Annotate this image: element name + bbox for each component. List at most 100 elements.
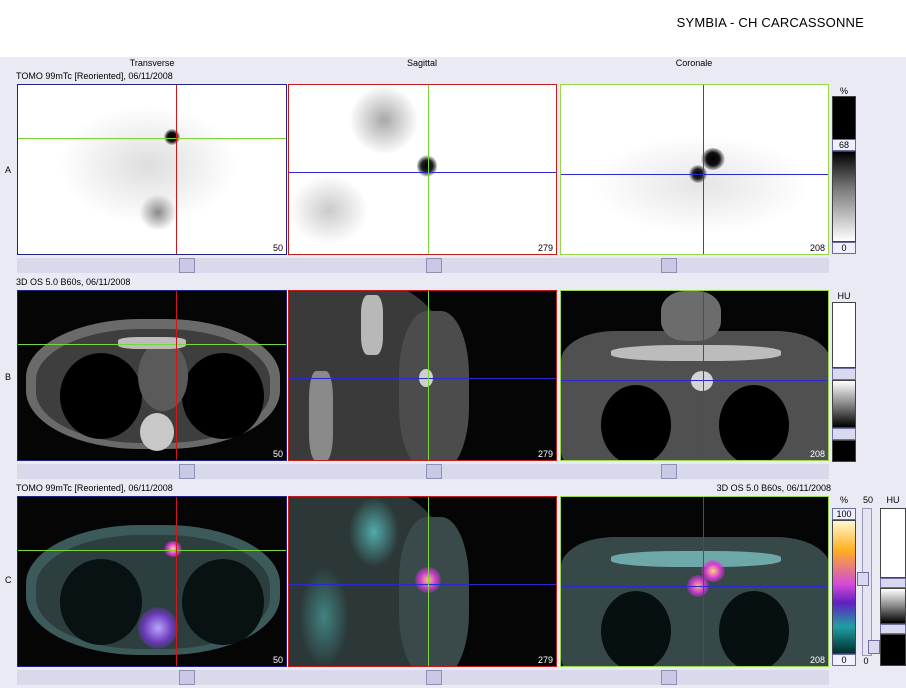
crosshair-horizontal[interactable] [561, 586, 828, 587]
colorbar-a-min[interactable]: 0 [832, 242, 856, 254]
slice-number: 279 [537, 655, 553, 665]
slice-slider-transverse[interactable] [179, 670, 195, 685]
viewport-a-coronal[interactable]: 208 [560, 84, 829, 255]
colorbar-c-hu-top [880, 508, 906, 578]
uptake-haze [591, 135, 811, 235]
crosshair-vertical[interactable] [428, 85, 429, 254]
colorbar-b-bottom [832, 440, 856, 462]
uptake-haze [289, 175, 369, 245]
blend-slider-lower-handle[interactable] [868, 640, 880, 654]
colorbar-c-fusion-gradient[interactable] [832, 520, 856, 654]
colorbar-b-unit: HU [837, 291, 851, 301]
colorbar-c-min[interactable]: 0 [832, 654, 856, 666]
row-a-caption: TOMO 99mTc [Reoriented], 06/11/2008 [16, 71, 173, 81]
hot-spot [164, 541, 182, 557]
viewport-a-transverse[interactable]: 50 [17, 84, 287, 255]
uptake-haze [349, 85, 419, 155]
crosshair-vertical[interactable] [428, 291, 429, 460]
crosshair-horizontal[interactable] [289, 172, 556, 173]
colorbar-c-hu-bottom [880, 634, 906, 666]
column-label-sagittal: Sagittal [406, 58, 438, 68]
colorbar-c-hu-upper-handle[interactable] [880, 578, 906, 588]
uptake-spot [138, 195, 178, 230]
slice-slider-transverse[interactable] [179, 258, 195, 273]
slice-number: 279 [537, 449, 553, 459]
slice-slider-sagittal[interactable] [426, 258, 442, 273]
slice-slider-transverse[interactable] [179, 464, 195, 479]
slice-slider-coronal[interactable] [661, 258, 677, 273]
colorbar-a-top [832, 96, 856, 140]
colorbar-c-hu-gradient[interactable] [880, 588, 906, 624]
colorbar-a-max[interactable]: 68 [832, 139, 856, 151]
fusion-uptake [299, 567, 349, 666]
crosshair-vertical[interactable] [176, 291, 177, 460]
crosshair-horizontal[interactable] [289, 584, 556, 585]
crosshair-horizontal[interactable] [289, 378, 556, 379]
clavicles [611, 551, 781, 567]
colorbar-b-lower-handle[interactable] [832, 428, 856, 440]
slice-slider-coronal[interactable] [661, 670, 677, 685]
viewport-c-sagittal[interactable]: 279 [288, 496, 557, 667]
hot-spot [701, 148, 725, 170]
slice-slider-sagittal[interactable] [426, 670, 442, 685]
row-c-caption-right: 3D OS 5.0 B60s, 06/11/2008 [716, 483, 831, 493]
colorbar-b-upper-handle[interactable] [832, 368, 856, 380]
crosshair-vertical[interactable] [703, 291, 704, 460]
lung-left [182, 559, 264, 645]
row-c-letter: C [5, 575, 12, 585]
slice-slider-coronal[interactable] [661, 464, 677, 479]
slice-number: 50 [272, 655, 283, 665]
header-bar: SYMBIA - CH CARCASSONNE [0, 0, 906, 57]
column-label-transverse: Transverse [129, 58, 175, 68]
row-a-scroll-strip[interactable] [17, 258, 829, 273]
crosshair-vertical[interactable] [176, 497, 177, 666]
neck-tissue [399, 311, 469, 460]
row-b-scroll-strip[interactable] [17, 464, 829, 479]
lung-right [601, 591, 671, 666]
fusion-uptake [349, 497, 399, 567]
slice-number: 50 [272, 449, 283, 459]
crosshair-vertical[interactable] [176, 85, 177, 254]
blend-slider-handle[interactable] [857, 572, 869, 586]
crosshair-vertical[interactable] [428, 497, 429, 666]
lung-right [601, 385, 671, 460]
slice-number: 208 [809, 243, 825, 253]
slice-slider-sagittal[interactable] [426, 464, 442, 479]
crosshair-vertical[interactable] [703, 85, 704, 254]
slice-number: 279 [537, 243, 553, 253]
colorbar-c-max[interactable]: 100 [832, 508, 856, 520]
row-c-scroll-strip[interactable] [17, 670, 829, 685]
hot-spot [417, 155, 437, 177]
colorbar-c-hu-lower-handle[interactable] [880, 624, 906, 634]
crosshair-horizontal[interactable] [561, 174, 828, 175]
viewport-b-transverse[interactable]: 50 [17, 290, 287, 461]
slice-number: 50 [272, 243, 283, 253]
spine-segment [309, 371, 333, 460]
clavicles [611, 345, 781, 361]
crosshair-horizontal[interactable] [561, 380, 828, 381]
blend-slider-label: 50 [862, 495, 873, 505]
crosshair-horizontal[interactable] [18, 344, 286, 345]
spine-segment [361, 295, 383, 355]
viewport-b-sagittal[interactable]: 279 [288, 290, 557, 461]
mediastinum [138, 341, 188, 411]
colorbar-c-hu-unit: HU [886, 495, 900, 505]
slice-number: 208 [809, 655, 825, 665]
fusion-uptake [138, 607, 178, 649]
crosshair-horizontal[interactable] [18, 138, 286, 139]
lung-left [719, 385, 789, 460]
lung-right [60, 353, 142, 439]
site-title: SYMBIA - CH CARCASSONNE [676, 15, 864, 30]
row-b-caption: 3D OS 5.0 B60s, 06/11/2008 [16, 277, 131, 287]
colorbar-a-gradient[interactable] [832, 151, 856, 242]
viewport-c-transverse[interactable]: 50 [17, 496, 287, 667]
row-b-letter: B [5, 372, 12, 382]
colorbar-b-gradient[interactable] [832, 380, 856, 428]
viewport-a-sagittal[interactable]: 279 [288, 84, 557, 255]
crosshair-vertical[interactable] [703, 497, 704, 666]
viewport-b-coronal[interactable]: 208 [560, 290, 829, 461]
column-label-coronal: Coronale [675, 58, 713, 68]
crosshair-horizontal[interactable] [18, 550, 286, 551]
viewport-c-coronal[interactable]: 208 [560, 496, 829, 667]
hot-spot [164, 129, 180, 145]
